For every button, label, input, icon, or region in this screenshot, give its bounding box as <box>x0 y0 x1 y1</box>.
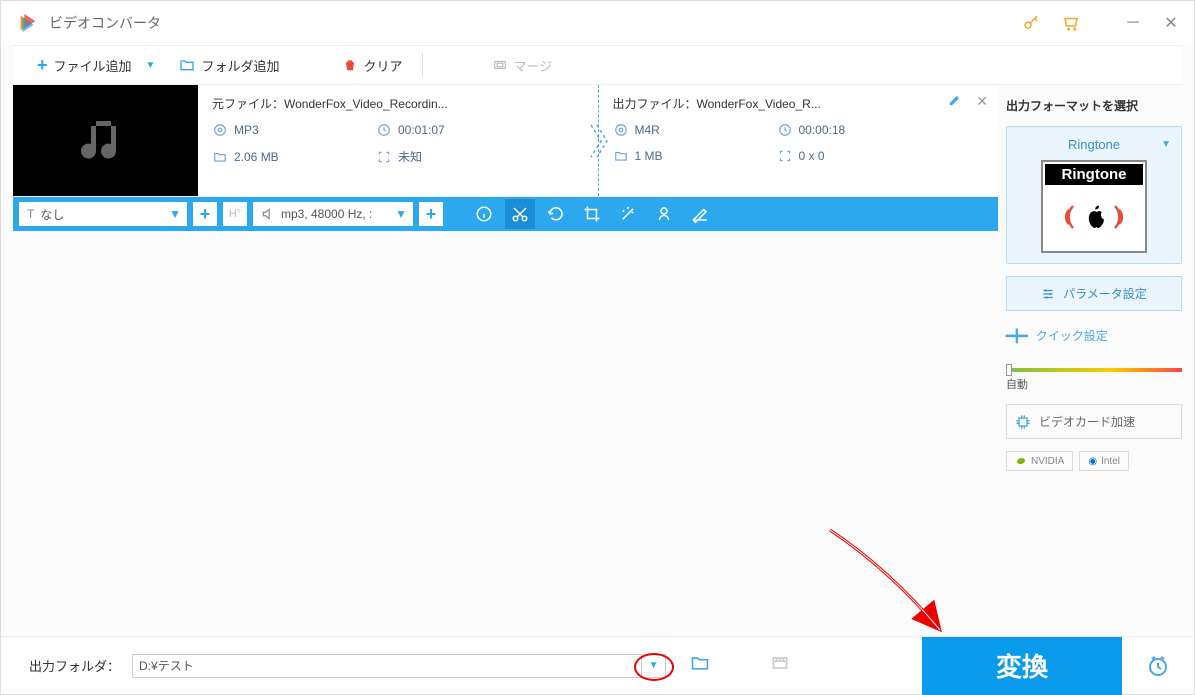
quick-settings-label: ━╋━ クイック設定 <box>1006 323 1182 348</box>
add-file-label: ファイル追加 <box>54 56 132 75</box>
signal-left-icon <box>1059 202 1077 232</box>
app-title: ビデオコンバータ <box>49 13 161 33</box>
convert-button[interactable]: 変換 <box>922 637 1122 695</box>
format-name: Ringtone <box>1068 137 1120 152</box>
add-folder-button[interactable]: フォルダ追加 <box>167 46 291 84</box>
folder-icon <box>179 57 195 73</box>
rotate-button[interactable] <box>541 199 571 229</box>
plus-icon: + <box>37 55 48 76</box>
action-bar: T なし ▼ + H° mp3, 48000 Hz, : ▼ + <box>13 197 998 231</box>
dimensions-icon <box>777 148 793 164</box>
intel-icon: ◉ <box>1088 456 1097 467</box>
subtitle-options-button[interactable]: H° <box>223 202 247 226</box>
thumbnail[interactable] <box>13 85 198 196</box>
audio-dropdown[interactable]: mp3, 48000 Hz, : ▼ <box>253 202 413 226</box>
close-button[interactable]: ✕ <box>1164 16 1178 30</box>
speaker-icon <box>261 207 275 221</box>
add-subtitle-button[interactable]: + <box>193 202 217 226</box>
source-file-panel: 元ファイル：WonderFox_Video_Recordin... MP3 00… <box>198 85 599 196</box>
sliders-icon <box>1041 287 1055 301</box>
add-audio-button[interactable]: + <box>419 202 443 226</box>
path-dropdown-button[interactable]: ▼ <box>642 654 666 678</box>
slider-handle[interactable] <box>1006 364 1012 376</box>
plus-icon: + <box>200 204 211 225</box>
h-icon: H° <box>229 208 241 220</box>
close-icon[interactable]: ✕ <box>976 93 988 110</box>
slider-auto-label: 自動 <box>1006 376 1182 392</box>
plus-icon: + <box>426 204 437 225</box>
text-icon: T <box>27 207 34 221</box>
arrow-icon <box>589 123 609 159</box>
subtitle-dropdown[interactable]: T なし ▼ <box>19 202 187 226</box>
clear-button[interactable]: クリア <box>331 46 414 84</box>
music-note-icon <box>76 111 136 171</box>
crop-button[interactable] <box>577 199 607 229</box>
nvidia-chip: NVIDIA <box>1006 451 1073 471</box>
merge-button[interactable]: マージ <box>481 46 564 84</box>
output-folder-label: 出力フォルダ： <box>29 656 120 675</box>
format-section-label: 出力フォーマットを選択 <box>1006 97 1182 114</box>
cut-button[interactable] <box>505 199 535 229</box>
merge-icon <box>493 58 507 72</box>
folder-icon <box>212 149 228 165</box>
file-item: 元ファイル：WonderFox_Video_Recordin... MP3 00… <box>13 85 998 197</box>
watermark-button[interactable] <box>649 199 679 229</box>
titlebar: ビデオコンバータ ─ ✕ <box>1 1 1194 45</box>
chevron-down-icon: ▼ <box>395 207 407 221</box>
apple-icon <box>1079 200 1109 234</box>
trash-icon <box>343 58 357 72</box>
output-file-panel: ✕ 出力ファイル：WonderFox_Video_R... M4R 00:00:… <box>599 85 999 196</box>
parameter-settings-button[interactable]: パラメータ設定 <box>1006 276 1182 311</box>
clock-icon <box>777 122 793 138</box>
clock-icon <box>376 122 392 138</box>
dimensions-icon <box>376 149 392 165</box>
key-icon[interactable] <box>1022 14 1040 32</box>
output-path-input[interactable] <box>132 654 642 678</box>
folder-icon <box>613 148 629 164</box>
format-preview: Ringtone <box>1041 160 1147 253</box>
edit-icon[interactable] <box>948 93 962 112</box>
add-folder-label: フォルダ追加 <box>201 56 279 75</box>
open-folder-button[interactable] <box>690 653 710 678</box>
format-card[interactable]: Ringtone ▼ Ringtone <box>1006 126 1182 264</box>
quality-slider[interactable]: 自動 <box>1006 360 1182 392</box>
gpu-accel-toggle[interactable]: ビデオカード加速 <box>1006 404 1182 439</box>
toolbar: + ファイル追加 ▼ フォルダ追加 クリア マージ <box>13 45 1182 85</box>
intel-chip: ◉Intel <box>1079 451 1129 471</box>
film-icon[interactable] <box>770 653 790 678</box>
info-button[interactable] <box>469 199 499 229</box>
merge-label: マージ <box>513 56 552 75</box>
schedule-button[interactable] <box>1122 637 1194 695</box>
divider <box>422 53 423 77</box>
disc-icon <box>212 122 228 138</box>
add-file-button[interactable]: + ファイル追加 ▼ <box>25 46 167 84</box>
footer: 出力フォルダ： ▼ 変換 <box>1 636 1194 694</box>
disc-icon <box>613 122 629 138</box>
chevron-down-icon: ▼ <box>1161 139 1171 150</box>
chevron-down-icon: ▼ <box>169 207 181 221</box>
app-logo-icon <box>17 12 39 34</box>
chevron-down-icon[interactable]: ▼ <box>146 60 156 71</box>
signal-right-icon <box>1111 202 1129 232</box>
effects-button[interactable] <box>613 199 643 229</box>
sidebar: 出力フォーマットを選択 Ringtone ▼ Ringtone パラメ <box>998 85 1194 636</box>
chevron-down-icon: ▼ <box>649 660 659 671</box>
clear-label: クリア <box>363 56 402 75</box>
chip-icon <box>1015 414 1031 430</box>
minimize-button[interactable]: ─ <box>1126 16 1140 30</box>
cart-icon[interactable] <box>1062 14 1080 32</box>
nvidia-icon <box>1015 455 1027 467</box>
edit-button[interactable] <box>685 199 715 229</box>
